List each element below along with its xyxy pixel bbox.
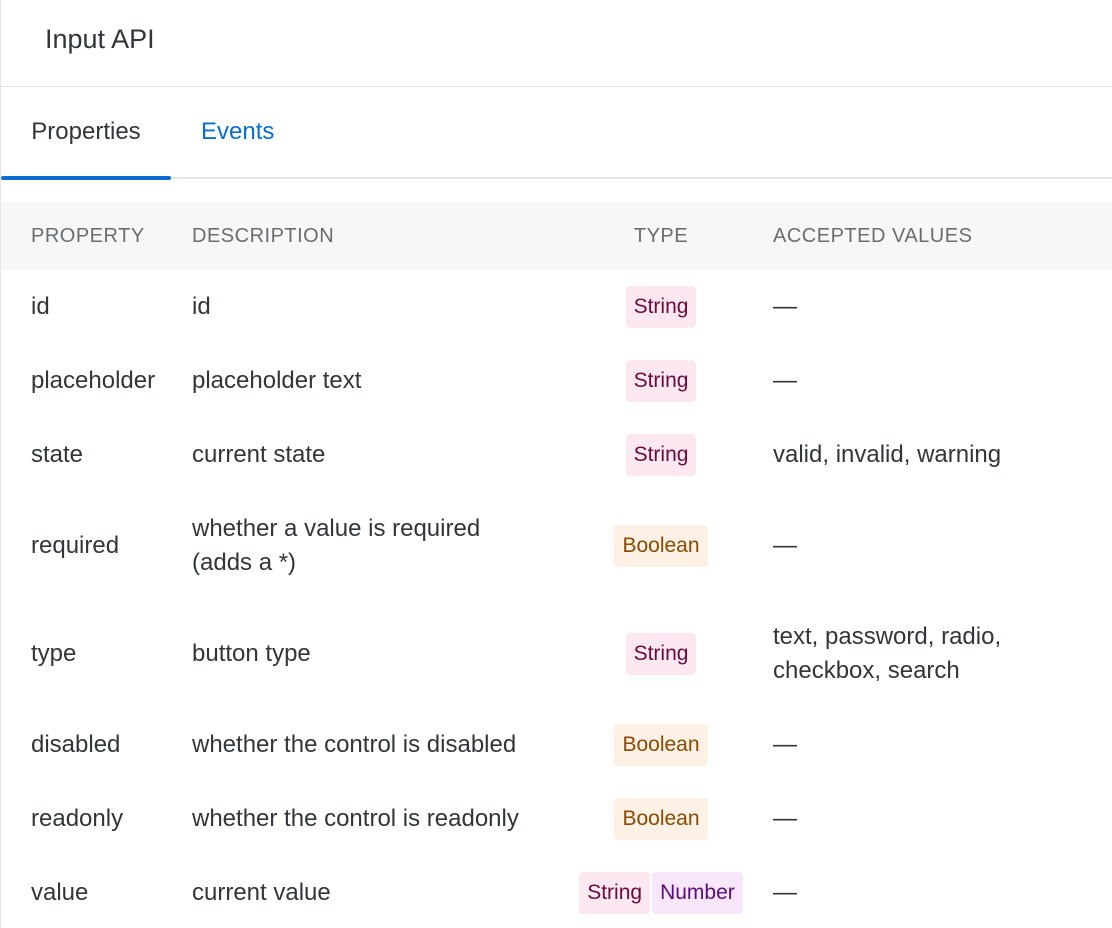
accepted-values: —: [773, 293, 797, 320]
table-row: state current state String valid, invali…: [1, 418, 1112, 492]
table-row: value current value String Number —: [1, 856, 1112, 928]
type-cell: String: [541, 286, 781, 328]
accepted-values: —: [773, 532, 797, 559]
property-description: id: [192, 293, 211, 320]
accepted-values-line-2: checkbox, search: [773, 657, 960, 684]
property-name: placeholder: [31, 367, 156, 394]
type-cell: Boolean: [541, 724, 781, 766]
property-name: state: [31, 441, 84, 468]
type-badge-boolean: Boolean: [614, 724, 708, 766]
page: Input API Properties Events PROPERTY DES…: [0, 0, 1112, 928]
page-title: Input API: [45, 24, 155, 54]
property-description-line-2: (adds a *): [192, 549, 297, 576]
type-badge-string: String: [625, 633, 697, 675]
header-type: TYPE: [633, 225, 689, 247]
active-tab-indicator: [1, 176, 171, 180]
type-cell: Boolean: [541, 525, 781, 567]
table-row: placeholder placeholder text String —: [1, 344, 1112, 418]
table-row: type button type String text, password, …: [1, 600, 1112, 708]
accepted-values: —: [773, 805, 797, 832]
header-description: DESCRIPTION: [192, 225, 335, 247]
property-description: whether the control is disabled: [192, 731, 517, 758]
property-name: disabled: [31, 731, 121, 758]
property-name: readonly: [31, 805, 124, 832]
type-cell: String: [541, 434, 781, 476]
accepted-values: valid, invalid, warning: [773, 441, 1002, 468]
accepted-values: —: [773, 879, 797, 906]
table-row: disabled whether the control is disabled…: [1, 708, 1112, 782]
type-cell: String: [541, 360, 781, 402]
type-badge-boolean: Boolean: [614, 798, 708, 840]
table-row: required whether a value is required (ad…: [1, 492, 1112, 600]
properties-table: PROPERTY DESCRIPTION TYPE ACCEPTED VALUE…: [1, 202, 1112, 928]
type-badge-string: String: [625, 360, 697, 402]
table-row: id id String —: [1, 270, 1112, 344]
accepted-values: —: [773, 731, 797, 758]
property-description: current value: [192, 879, 331, 906]
property-description: placeholder text: [192, 367, 362, 394]
accepted-values: text, password, radio,: [773, 623, 1002, 650]
property-name: value: [31, 879, 89, 906]
accepted-values: —: [773, 367, 797, 394]
table-row: readonly whether the control is readonly…: [1, 782, 1112, 856]
property-description: button type: [192, 640, 311, 667]
property-name: id: [31, 293, 50, 320]
tab-events-label: Events: [201, 118, 275, 145]
type-cell: String: [541, 633, 781, 675]
header-property: PROPERTY: [31, 225, 145, 247]
tab-properties-label: Properties: [31, 118, 141, 145]
property-description: whether a value is required: [192, 515, 481, 542]
property-description: whether the control is readonly: [192, 805, 519, 832]
property-description: current state: [192, 441, 326, 468]
tab-events[interactable]: Events: [201, 87, 274, 177]
tab-bar: Properties Events: [1, 87, 1112, 180]
type-badge-number: Number: [652, 872, 743, 914]
type-cell: String Number: [541, 872, 781, 914]
table-header: PROPERTY DESCRIPTION TYPE ACCEPTED VALUE…: [1, 202, 1112, 270]
tab-properties[interactable]: Properties: [1, 87, 171, 180]
type-cell: Boolean: [541, 798, 781, 840]
header-accepted-values: ACCEPTED VALUES: [773, 225, 973, 247]
type-badge-string: String: [625, 286, 697, 328]
api-header: Input API: [1, 0, 1112, 87]
type-badge-string: String: [625, 434, 697, 476]
property-name: required: [31, 532, 120, 559]
property-name: type: [31, 640, 77, 667]
type-badge-string: String: [579, 872, 651, 914]
type-badge-boolean: Boolean: [614, 525, 708, 567]
